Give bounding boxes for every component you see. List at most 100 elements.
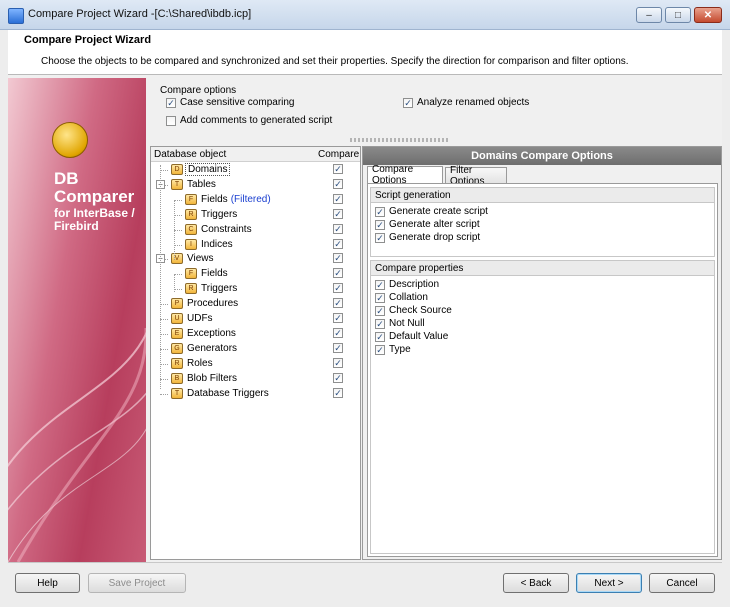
tree-node-label[interactable]: Tables — [187, 179, 216, 190]
tree-node-label[interactable]: Triggers — [201, 283, 237, 294]
tree-node-label[interactable]: Procedures — [187, 298, 238, 309]
tree-node[interactable]: C Constraints ✓ — [151, 222, 360, 237]
compare-checkbox[interactable]: ✓ — [333, 253, 343, 264]
tree-node-label[interactable]: Domains — [185, 163, 231, 176]
tree-node[interactable]: G Generators ✓ — [151, 341, 360, 356]
option-checkbox[interactable]: ✓ Default Value — [375, 330, 710, 343]
compare-checkbox[interactable]: ✓ — [333, 313, 343, 323]
title-bar: Compare Project Wizard -[C:\Shared\ibdb.… — [0, 0, 730, 30]
compare-checkbox[interactable]: ✓ — [333, 327, 343, 338]
option-label: Description — [389, 279, 440, 290]
tree-node[interactable]: I Indices ✓ — [151, 237, 360, 252]
scales-icon — [52, 122, 88, 158]
tree-node-label[interactable]: Blob Filters — [187, 373, 237, 384]
compare-checkbox[interactable]: ✓ — [333, 342, 343, 353]
option-checkbox[interactable]: ✓ Type — [375, 343, 710, 356]
checkbox-box[interactable]: ✓ — [166, 97, 176, 108]
tree-node[interactable]: F Fields (Filtered) ✓ — [151, 192, 360, 207]
tree-node[interactable]: F Fields ✓ — [151, 266, 360, 281]
case-sensitive-checkbox[interactable]: ✓ Case sensitive comparing — [166, 97, 295, 108]
tree-node-label[interactable]: Fields — [201, 268, 228, 279]
tree-node[interactable]: R Triggers ✓ — [151, 207, 360, 222]
tree-connector — [174, 274, 182, 276]
help-button[interactable]: Help — [15, 573, 80, 593]
checkbox-box[interactable]: ✓ — [375, 279, 385, 290]
maximize-button[interactable]: □ — [665, 7, 691, 23]
option-checkbox[interactable]: ✓ Collation — [375, 291, 710, 304]
compare-checkbox[interactable]: ✓ — [333, 387, 343, 398]
tab-filter-options[interactable]: Filter Options — [445, 165, 507, 187]
checkbox-box[interactable]: ✓ — [375, 305, 385, 316]
option-checkbox[interactable]: ✓ Generate alter script — [375, 218, 710, 231]
option-checkbox[interactable]: ✓ Not Null — [375, 317, 710, 330]
compare-checkbox[interactable]: ✓ — [333, 357, 343, 368]
tree-node-label[interactable]: Roles — [187, 358, 213, 369]
tree-node[interactable]: D Domains ✓ — [151, 162, 360, 177]
tree-node-label[interactable]: Views — [187, 253, 214, 264]
checkbox-box[interactable]: ✓ — [375, 344, 385, 355]
tree-node-label[interactable]: Fields (Filtered) — [201, 194, 271, 205]
tree-node-label[interactable]: Exceptions — [187, 328, 236, 339]
checkbox-box[interactable]: ✓ — [375, 232, 385, 243]
tree-node-icon: C — [185, 223, 197, 235]
checkbox-box[interactable]: ✓ — [375, 318, 385, 329]
analyze-renamed-checkbox[interactable]: ✓ Analyze renamed objects — [403, 97, 529, 108]
option-checkbox[interactable]: ✓ Check Source — [375, 304, 710, 317]
tab-compare-options[interactable]: Compare Options — [367, 164, 443, 186]
product-name: DB Comparer — [54, 169, 135, 206]
compare-checkbox[interactable]: ✓ — [333, 223, 343, 234]
tree-node[interactable]: R Roles ✓ — [151, 356, 360, 371]
compare-checkbox[interactable]: ✓ — [333, 178, 343, 189]
tree-node[interactable]: B Blob Filters ✓ — [151, 371, 360, 386]
checkbox-box[interactable]: ✓ — [375, 219, 385, 230]
tree-node-label[interactable]: Constraints — [201, 224, 252, 235]
back-button[interactable]: < Back — [503, 573, 569, 593]
close-button[interactable]: ✕ — [694, 7, 722, 23]
tree-node[interactable]: R Triggers ✓ — [151, 281, 360, 296]
tree-node-icon: R — [171, 357, 183, 369]
script-generation-items: ✓ Generate create script ✓ Generate alter s… — [371, 203, 714, 246]
column-header-object[interactable]: Database object — [154, 149, 226, 160]
checkbox-box[interactable]: ✓ — [403, 97, 413, 108]
tree-node-icon: F — [185, 268, 197, 280]
tree-node[interactable]: − T Tables ✓ — [151, 177, 360, 192]
compare-checkbox[interactable]: ✓ — [333, 164, 343, 174]
column-header-compare[interactable]: Compare — [318, 149, 359, 160]
next-button[interactable]: Next > — [576, 573, 642, 593]
tree-node-icon: I — [185, 238, 197, 250]
option-checkbox[interactable]: ✓ Generate drop script — [375, 231, 710, 244]
option-label: Not Null — [389, 318, 425, 329]
compare-checkbox[interactable]: ✓ — [333, 268, 343, 279]
tree-node[interactable]: − V Views ✓ — [151, 251, 360, 266]
cancel-button[interactable]: Cancel — [649, 573, 715, 593]
tree-node[interactable]: E Exceptions ✓ — [151, 326, 360, 341]
compare-checkbox[interactable]: ✓ — [333, 298, 343, 309]
option-checkbox[interactable]: ✓ Description — [375, 278, 710, 291]
splitter-handle[interactable] — [350, 138, 450, 142]
tree-node-label[interactable]: Triggers — [201, 209, 237, 220]
tree-connector — [174, 289, 182, 291]
option-label: Generate create script — [389, 206, 488, 217]
checkbox-box[interactable]: ✓ — [375, 292, 385, 303]
save-project-button[interactable]: Save Project — [88, 573, 186, 593]
compare-checkbox[interactable]: ✓ — [333, 238, 343, 249]
compare-checkbox[interactable]: ✓ — [333, 372, 343, 383]
add-comments-checkbox[interactable]: Add comments to generated script — [166, 115, 332, 126]
tree-node-label[interactable]: UDFs — [187, 313, 213, 324]
database-object-tree: Database object Compare D Domains ✓ − T Table… — [150, 146, 361, 560]
option-checkbox[interactable]: ✓ Generate create script — [375, 205, 710, 218]
compare-checkbox[interactable]: ✓ — [333, 208, 343, 219]
checkbox-box[interactable] — [166, 115, 176, 126]
tree-node-label[interactable]: Indices — [201, 239, 233, 250]
compare-checkbox[interactable]: ✓ — [333, 193, 343, 204]
window-title: Compare Project Wizard -[C:\Shared\ibdb.… — [28, 8, 252, 20]
checkbox-box[interactable]: ✓ — [375, 331, 385, 342]
tree-node[interactable]: P Procedures ✓ — [151, 296, 360, 311]
tree-node-label[interactable]: Generators — [187, 343, 237, 354]
tree-node[interactable]: U UDFs ✓ — [151, 311, 360, 326]
checkbox-box[interactable]: ✓ — [375, 206, 385, 217]
minimize-button[interactable]: – — [636, 7, 662, 23]
tree-node[interactable]: T Database Triggers ✓ — [151, 386, 360, 401]
tree-node-label[interactable]: Database Triggers — [187, 388, 269, 399]
compare-checkbox[interactable]: ✓ — [333, 283, 343, 294]
